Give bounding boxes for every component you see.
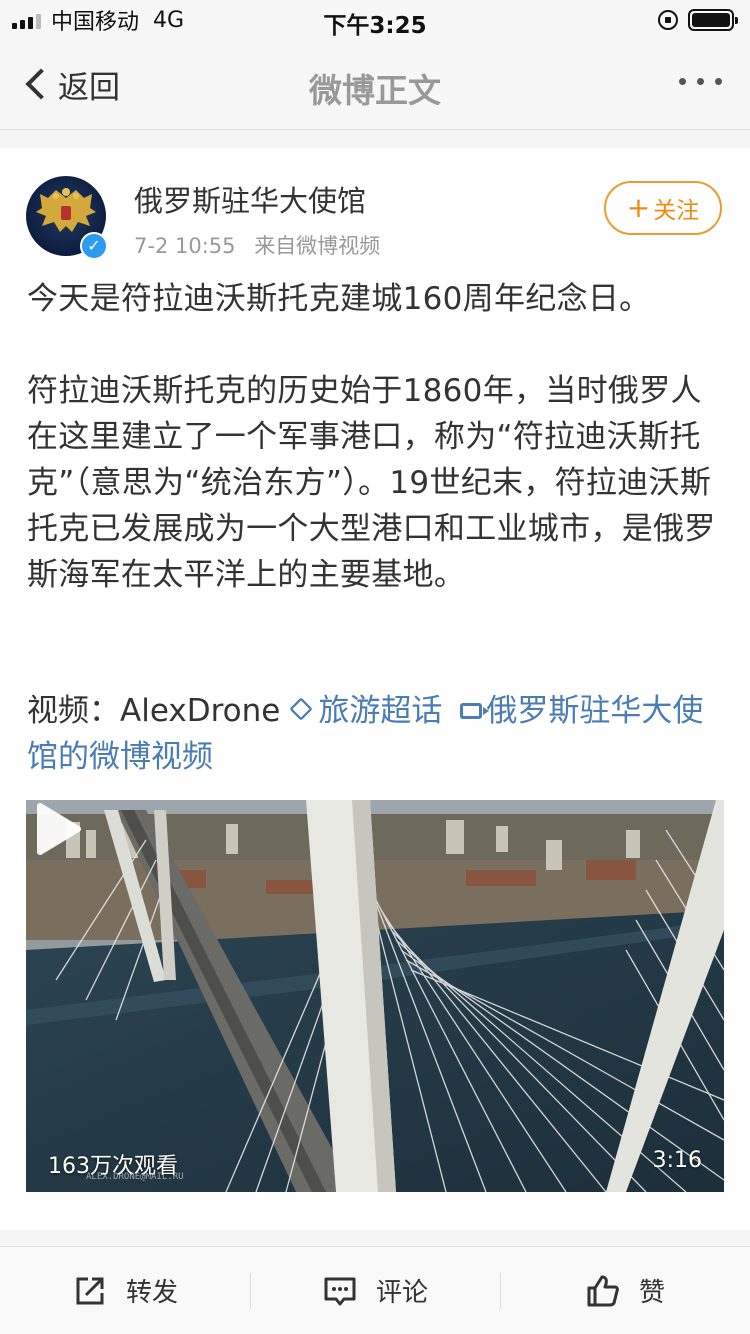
post-paragraph: 今天是符拉迪沃斯托克建城160周年纪念日。	[27, 281, 651, 317]
video-player[interactable]: 163万次观看 3:16 ALEX.DRONE@MAIL.RU	[26, 800, 724, 1192]
author-name[interactable]: 俄罗斯驻华大使馆	[134, 178, 366, 220]
post-text: 今天是符拉迪沃斯托克建城160周年纪念日。 符拉迪沃斯托克的历史始于1860年，…	[27, 276, 727, 644]
more-dot-icon	[697, 78, 704, 85]
status-bar: 中国移动 4G 下午3:25	[0, 0, 750, 40]
verified-badge-icon: ✓	[80, 232, 108, 260]
video-camera-icon	[460, 703, 490, 719]
battery-icon	[688, 9, 738, 31]
thumbs-up-icon	[587, 1275, 619, 1306]
post-links: 视频：AlexDrone 旅游超话 俄罗斯驻华大使馆的微博视频	[27, 688, 727, 780]
comment-label: 评论	[375, 1278, 428, 1308]
play-icon[interactable]	[26, 800, 84, 858]
more-dot-icon	[679, 78, 686, 85]
follow-button[interactable]: + 关注	[604, 181, 722, 235]
video-thumbnail	[26, 800, 724, 1192]
video-duration: 3:16	[652, 1148, 702, 1173]
topic-label: 旅游超话	[318, 693, 443, 729]
bottom-toolbar: 转发 评论 赞	[0, 1246, 750, 1334]
rotation-lock-icon	[658, 10, 678, 30]
plus-icon: +	[626, 191, 651, 224]
repost-icon	[76, 1277, 104, 1304]
comment-icon	[324, 1277, 356, 1305]
video-watermark: ALEX.DRONE@MAIL.RU	[86, 1172, 184, 1182]
post-meta: 7-2 10:55 来自微博视频	[134, 230, 380, 260]
comment-button[interactable]: 评论	[250, 1247, 500, 1334]
navigation-bar: 返回 微博正文	[0, 40, 750, 130]
video-credit: 视频：AlexDrone	[27, 693, 281, 729]
follow-label: 关注	[653, 198, 700, 224]
post-card: ✓ 俄罗斯驻华大使馆 7-2 10:55 来自微博视频 + 关注 今天是符拉迪沃…	[0, 148, 750, 1230]
repost-button[interactable]: 转发	[0, 1247, 250, 1334]
more-dot-icon	[715, 78, 722, 85]
clock: 下午3:25	[323, 13, 427, 39]
topic-link[interactable]: 旅游超话	[280, 693, 442, 729]
like-button[interactable]: 赞	[500, 1247, 750, 1334]
post-paragraph: 符拉迪沃斯托克的历史始于1860年，当时俄罗人在这里建立了一个军事港口，称为“符…	[27, 373, 716, 593]
like-label: 赞	[638, 1278, 665, 1308]
post-date: 7-2 10:55	[134, 234, 236, 258]
repost-label: 转发	[125, 1278, 178, 1308]
post-source: 来自微博视频	[254, 234, 381, 258]
diamond-icon	[289, 697, 313, 721]
page-title: 微博正文	[309, 71, 441, 110]
more-options-button[interactable]	[679, 78, 722, 85]
